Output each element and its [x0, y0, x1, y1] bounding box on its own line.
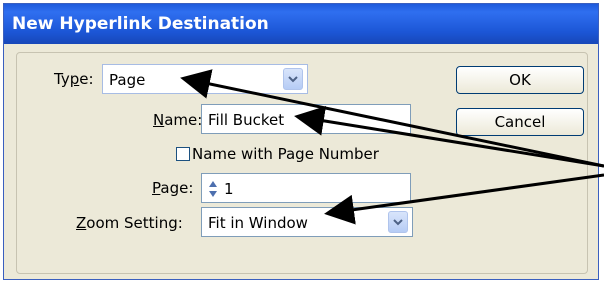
dialog-title: New Hyperlink Destination	[12, 14, 269, 34]
type-select-value: Page	[109, 71, 146, 89]
name-input[interactable]: Fill Bucket	[201, 104, 411, 134]
page-stepper[interactable]: 1	[201, 173, 411, 203]
page-label: Page:	[152, 179, 194, 197]
name-with-page-number-checkbox[interactable]	[176, 147, 190, 161]
new-hyperlink-destination-dialog: New Hyperlink Destination Type: Page Nam…	[3, 3, 599, 280]
name-label: Name:	[153, 111, 203, 129]
zoom-dropdown-button[interactable]	[388, 211, 408, 233]
type-dropdown-button[interactable]	[283, 68, 303, 90]
zoom-setting-value: Fit in Window	[208, 214, 308, 232]
type-label: Type:	[54, 70, 94, 88]
chevron-down-icon	[393, 218, 403, 225]
zoom-setting-label: Zoom Setting:	[76, 214, 183, 232]
type-select[interactable]: Page	[102, 64, 308, 94]
chevron-down-icon	[288, 75, 298, 82]
name-with-page-number-label: Name with Page Number	[192, 145, 379, 163]
zoom-setting-select[interactable]: Fit in Window	[201, 207, 413, 237]
dialog-title-bar: New Hyperlink Destination	[4, 4, 598, 44]
name-input-value: Fill Bucket	[208, 111, 285, 129]
page-stepper-value: 1	[224, 180, 234, 198]
spinner-arrows-icon[interactable]	[208, 179, 218, 199]
screenshot-frame: New Hyperlink Destination Type: Page Nam…	[0, 0, 604, 283]
ok-button[interactable]: OK	[456, 66, 584, 94]
cancel-button[interactable]: Cancel	[456, 108, 584, 136]
